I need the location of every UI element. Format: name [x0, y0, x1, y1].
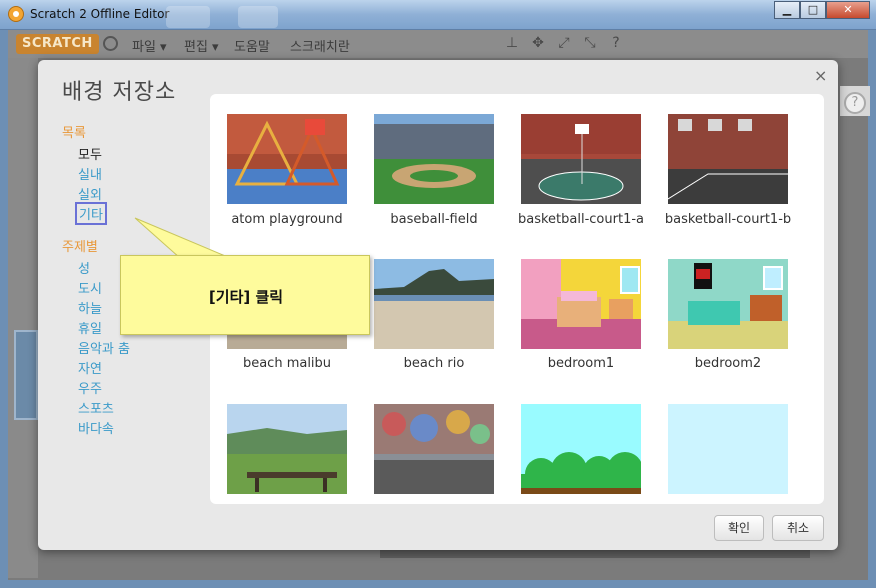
backdrop-thumb-basketball-court1-a[interactable] [521, 114, 641, 204]
backdrop-label: beach rio [403, 356, 465, 371]
backdrop-thumb-blue-sky-hills[interactable] [521, 404, 641, 494]
backdrop-thumb-bedroom1[interactable] [521, 259, 641, 349]
backdrop-thumb-baseball-field[interactable] [374, 114, 494, 204]
backdrop-thumb-bedroom2[interactable] [668, 259, 788, 349]
backdrop-label: basketball-court1-a [518, 212, 644, 227]
backdrop-label: baseball-field [390, 212, 478, 227]
backdrop-thumb-beach-rio[interactable] [374, 259, 494, 349]
category-outdoors[interactable]: 실외 [78, 184, 102, 203]
background-taskbar-shape [238, 6, 278, 28]
backdrop-thumb-hillside[interactable] [227, 404, 347, 494]
theme-header: 주제별 [62, 240, 98, 255]
maximize-button[interactable]: □ [800, 1, 826, 19]
tutorial-callout: [기타] 클릭 [120, 255, 370, 335]
stamp-icon[interactable]: ⊥ [504, 35, 520, 51]
theme-underwater[interactable]: 바다속 [78, 418, 114, 437]
help-icon[interactable]: ? [608, 35, 624, 51]
globe-icon[interactable] [103, 36, 118, 51]
window-title: Scratch 2 Offline Editor [30, 7, 170, 21]
theme-space[interactable]: 우주 [78, 378, 102, 397]
menu-about[interactable]: 스크래치란 [290, 36, 350, 55]
theme-city[interactable]: 도시 [78, 278, 102, 297]
callout-text: [기타] 클릭 [208, 288, 284, 306]
stage-panel [8, 58, 38, 578]
background-taskbar-shape [166, 6, 210, 28]
theme-sky[interactable]: 하늘 [78, 298, 102, 317]
scratch-menubar: SCRATCH 파일 ▾ 편집 ▾ 도움말 스크래치란 ⊥ ✥ ⤢ ⤡ ? [8, 30, 868, 58]
menu-edit[interactable]: 편집 ▾ [184, 36, 219, 55]
cut-icon[interactable]: ✥ [530, 35, 546, 51]
menu-help[interactable]: 도움말 [234, 36, 270, 55]
scratch-logo[interactable]: SCRATCH [16, 34, 99, 54]
backdrop-thumb-light-blue[interactable] [668, 404, 788, 494]
category-header: 목록 [62, 126, 86, 141]
category-all[interactable]: 모두 [78, 144, 102, 163]
window-titlebar: Scratch 2 Offline Editor ▁ □ ✕ [0, 0, 876, 30]
backdrop-thumb-atom-playground[interactable] [227, 114, 347, 204]
dialog-close-icon[interactable]: × [814, 66, 827, 85]
dialog-title: 배경 저장소 [62, 80, 177, 105]
backdrop-label: bedroom2 [694, 356, 762, 371]
backdrop-label: atom playground [231, 212, 343, 227]
category-indoors[interactable]: 실내 [78, 164, 102, 183]
cancel-button[interactable]: 취소 [772, 515, 824, 541]
backdrop-thumb-basketball-court1-b[interactable] [668, 114, 788, 204]
ok-button[interactable]: 확인 [714, 515, 764, 541]
shrink-icon[interactable]: ⤡ [582, 35, 598, 51]
menu-file[interactable]: 파일 ▾ [132, 36, 167, 55]
question-icon[interactable]: ? [844, 92, 866, 114]
theme-music-dance[interactable]: 음악과 춤 [78, 338, 130, 357]
scratch-cat-icon [8, 6, 24, 22]
backdrop-label: basketball-court1-b [664, 212, 792, 227]
theme-sports[interactable]: 스포츠 [78, 398, 114, 417]
backdrop-label: bedroom1 [547, 356, 615, 371]
stage-thumbnail [14, 330, 38, 420]
theme-castle[interactable]: 성 [78, 258, 90, 277]
minimize-button[interactable]: ▁ [774, 1, 800, 19]
theme-nature[interactable]: 자연 [78, 358, 102, 377]
category-other[interactable]: 기타 [75, 202, 107, 225]
backdrop-label: beach malibu [242, 356, 332, 371]
window-controls: ▁ □ ✕ [774, 1, 870, 19]
backdrop-thumb-graffiti-wall[interactable] [374, 404, 494, 494]
grow-icon[interactable]: ⤢ [556, 35, 572, 51]
close-window-button[interactable]: ✕ [826, 1, 870, 19]
theme-holiday[interactable]: 휴일 [78, 318, 102, 337]
